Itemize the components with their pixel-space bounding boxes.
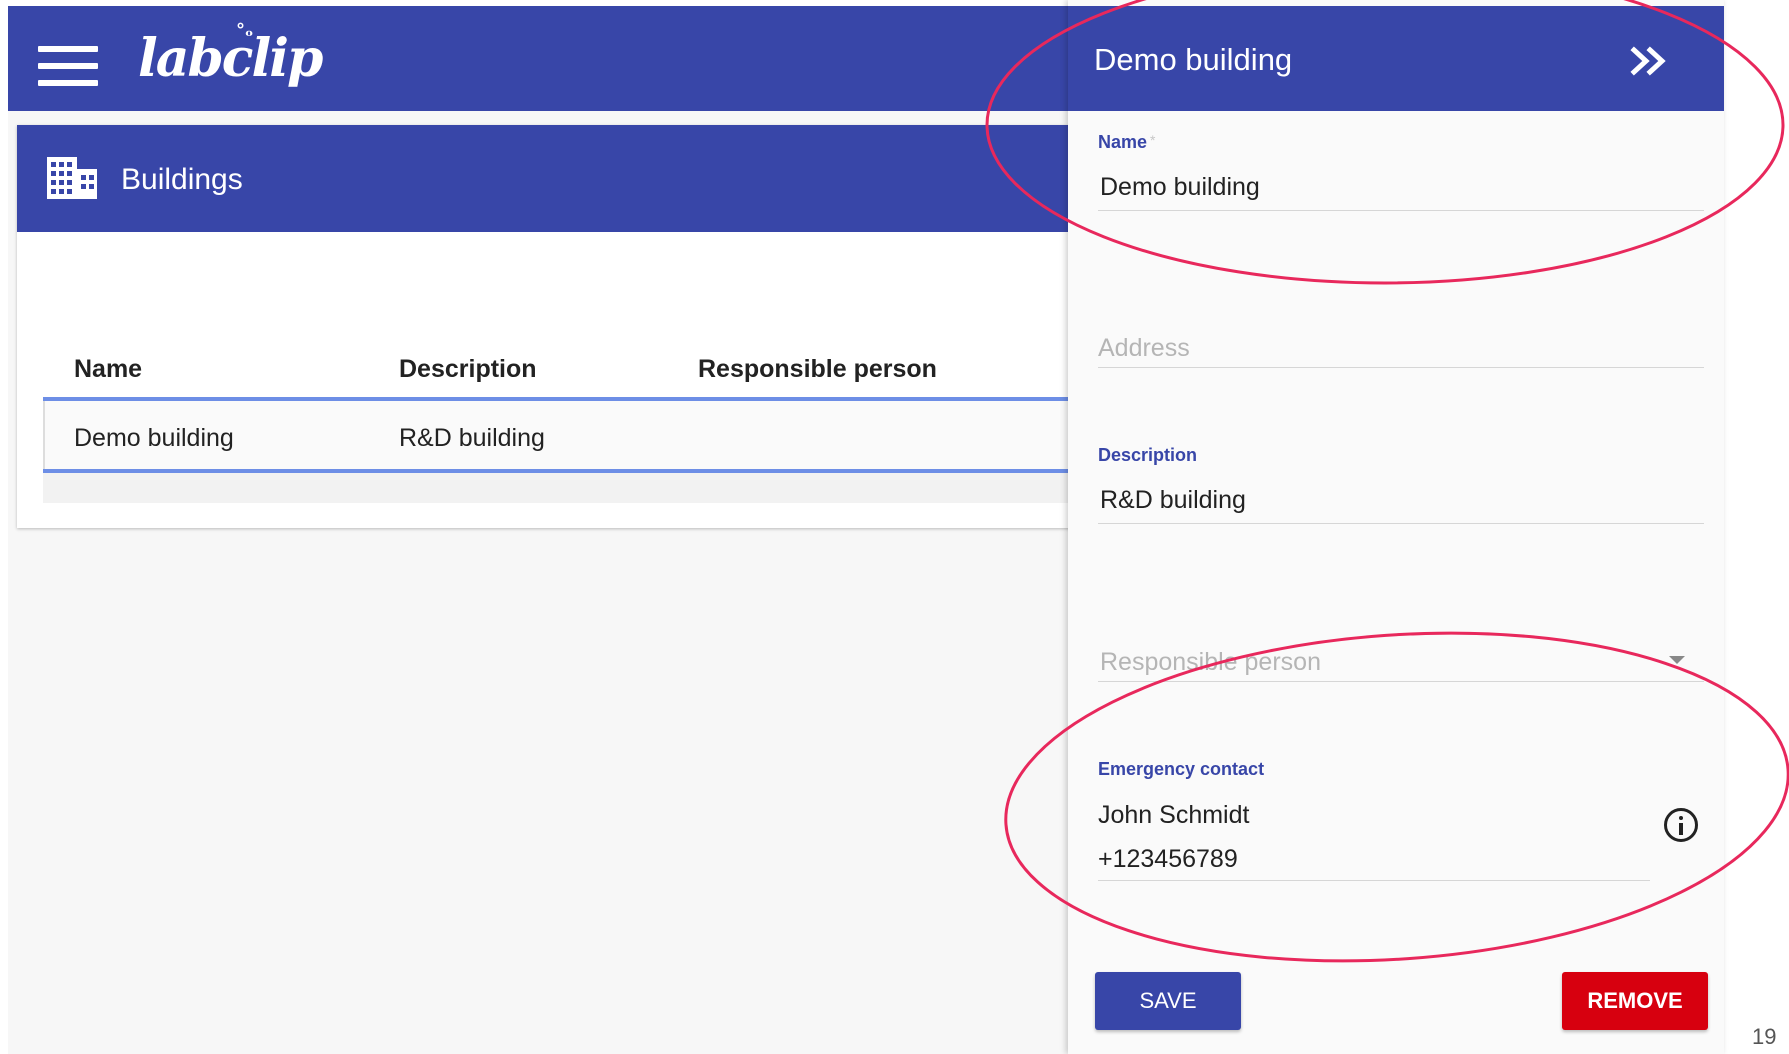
- remove-button[interactable]: REMOVE: [1562, 972, 1708, 1030]
- buildings-card: Buildings Name Description Responsible p…: [17, 125, 1077, 528]
- description-underline: [1098, 523, 1704, 524]
- cell-description: R&D building: [399, 424, 545, 452]
- cell-name: Demo building: [74, 424, 234, 452]
- table-row[interactable]: Demo building R&D building: [43, 401, 1077, 469]
- slide-number: 19: [1752, 1024, 1777, 1049]
- name-label: Name *: [1098, 132, 1156, 152]
- description-value: R&D building: [1100, 486, 1246, 514]
- description-label: Description: [1098, 445, 1198, 465]
- save-button[interactable]: SAVE: [1095, 972, 1241, 1030]
- double-chevron-right-icon[interactable]: [1626, 42, 1674, 80]
- emergency-contact-field[interactable]: Emergency contact John Schmidt +12345678…: [1098, 757, 1650, 883]
- logo: labclip °ₒ: [138, 20, 323, 89]
- emergency-contact-label: Emergency contact: [1098, 759, 1265, 779]
- responsible-person-placeholder: Responsible person: [1100, 648, 1321, 676]
- description-field[interactable]: Description R&D building: [1098, 443, 1704, 525]
- building-icon: [47, 157, 97, 199]
- drawer-header: Demo building: [1068, 6, 1724, 111]
- emergency-contact-phone: +123456789: [1098, 845, 1238, 873]
- emergency-contact-name: John Schmidt: [1098, 801, 1250, 829]
- info-icon[interactable]: [1664, 808, 1698, 842]
- name-field[interactable]: Name * Demo building: [1098, 130, 1704, 212]
- column-header-responsible-person[interactable]: Responsible person: [698, 355, 937, 384]
- name-underline: [1098, 210, 1704, 211]
- responsible-underline: [1098, 681, 1704, 682]
- address-underline: [1098, 367, 1704, 368]
- edit-drawer: Demo building Name * Demo building Addres…: [1068, 0, 1724, 1054]
- drawer-title: Demo building: [1094, 42, 1293, 77]
- address-placeholder: Address: [1098, 334, 1190, 362]
- page-title: Buildings: [121, 163, 243, 196]
- emergency-underline: [1098, 880, 1650, 881]
- name-value: Demo building: [1100, 173, 1260, 201]
- table-footer: [43, 473, 1077, 503]
- column-header-description[interactable]: Description: [399, 355, 537, 384]
- responsible-person-select[interactable]: Responsible person: [1098, 644, 1704, 684]
- dropdown-arrow-icon[interactable]: [1669, 656, 1685, 664]
- card-header: Buildings: [17, 125, 1077, 232]
- hamburger-menu-icon[interactable]: [38, 46, 98, 86]
- column-header-name[interactable]: Name: [74, 355, 142, 384]
- address-field[interactable]: Address: [1098, 330, 1704, 370]
- logo-bubbles-icon: °ₒ: [236, 20, 254, 41]
